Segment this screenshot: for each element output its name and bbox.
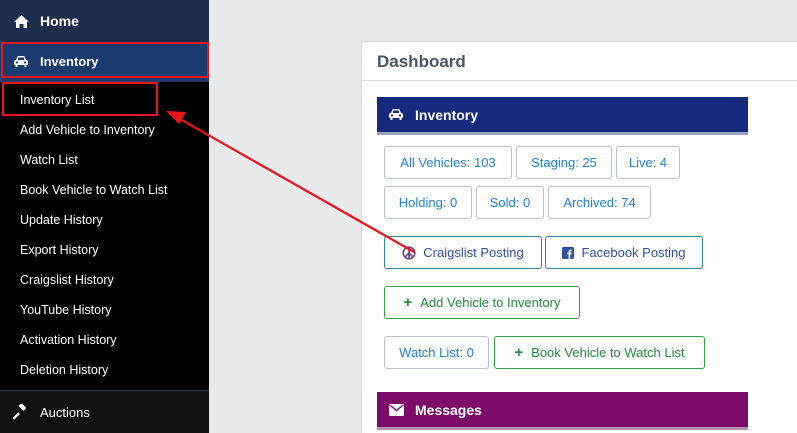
sidebar-item-watch-list[interactable]: Watch List: [0, 145, 209, 175]
highlight-inventory-list: [2, 82, 158, 116]
title-divider: [362, 80, 797, 81]
nav-auctions-label: Auctions: [40, 404, 90, 420]
nav-auctions[interactable]: Auctions: [0, 390, 209, 433]
watch-list-button[interactable]: Watch List: 0: [384, 336, 489, 369]
sidebar-item-book-vehicle[interactable]: Book Vehicle to Watch List: [0, 175, 209, 205]
highlight-inventory: [1, 42, 209, 78]
inventory-submenu: Inventory List Add Vehicle to Inventory …: [0, 82, 209, 385]
home-icon: [12, 12, 30, 30]
sidebar-item-activation-history[interactable]: Activation History: [0, 325, 209, 355]
peace-icon: [402, 245, 416, 260]
car-icon: [387, 106, 405, 124]
sidebar-item-youtube-history[interactable]: YouTube History: [0, 295, 209, 325]
add-vehicle-label: Add Vehicle to Inventory: [420, 295, 561, 310]
messages-header-label: Messages: [415, 401, 482, 418]
page-title: Dashboard: [377, 52, 466, 71]
add-vehicle-button[interactable]: + Add Vehicle to Inventory: [384, 286, 580, 319]
messages-section-header: Messages: [377, 392, 748, 430]
all-vehicles-button[interactable]: All Vehicles: 103: [384, 146, 512, 179]
sidebar-item-export-history[interactable]: Export History: [0, 235, 209, 265]
book-vehicle-label: Book Vehicle to Watch List: [531, 345, 685, 360]
plus-icon: +: [403, 294, 413, 311]
gavel-icon: [12, 403, 30, 421]
nav-home[interactable]: Home: [0, 0, 209, 42]
sidebar-item-deletion-history[interactable]: Deletion History: [0, 355, 209, 385]
holding-button[interactable]: Holding: 0: [384, 186, 472, 219]
craigslist-posting-label: Craigslist Posting: [423, 245, 524, 260]
craigslist-posting-button[interactable]: Craigslist Posting: [384, 236, 542, 269]
staging-button[interactable]: Staging: 25: [516, 146, 612, 179]
sidebar-item-update-history[interactable]: Update History: [0, 205, 209, 235]
live-button[interactable]: Live: 4: [616, 146, 680, 179]
nav-home-label: Home: [40, 13, 79, 29]
book-vehicle-button[interactable]: + Book Vehicle to Watch List: [494, 336, 705, 369]
plus-icon: +: [514, 344, 524, 361]
inventory-header-label: Inventory: [415, 106, 479, 123]
facebook-posting-label: Facebook Posting: [581, 245, 686, 260]
facebook-posting-button[interactable]: Facebook Posting: [545, 236, 703, 269]
sold-button[interactable]: Sold: 0: [476, 186, 544, 219]
inventory-section-header: Inventory: [377, 97, 748, 135]
sidebar-item-craigslist-history[interactable]: Craigslist History: [0, 265, 209, 295]
sidebar-item-add-vehicle[interactable]: Add Vehicle to Inventory: [0, 115, 209, 145]
facebook-icon: [562, 246, 575, 259]
dashboard-panel: Dashboard Inventory All Vehicles: 103 St…: [361, 41, 797, 433]
archived-button[interactable]: Archived: 74: [548, 186, 651, 219]
envelope-icon: [387, 401, 405, 419]
